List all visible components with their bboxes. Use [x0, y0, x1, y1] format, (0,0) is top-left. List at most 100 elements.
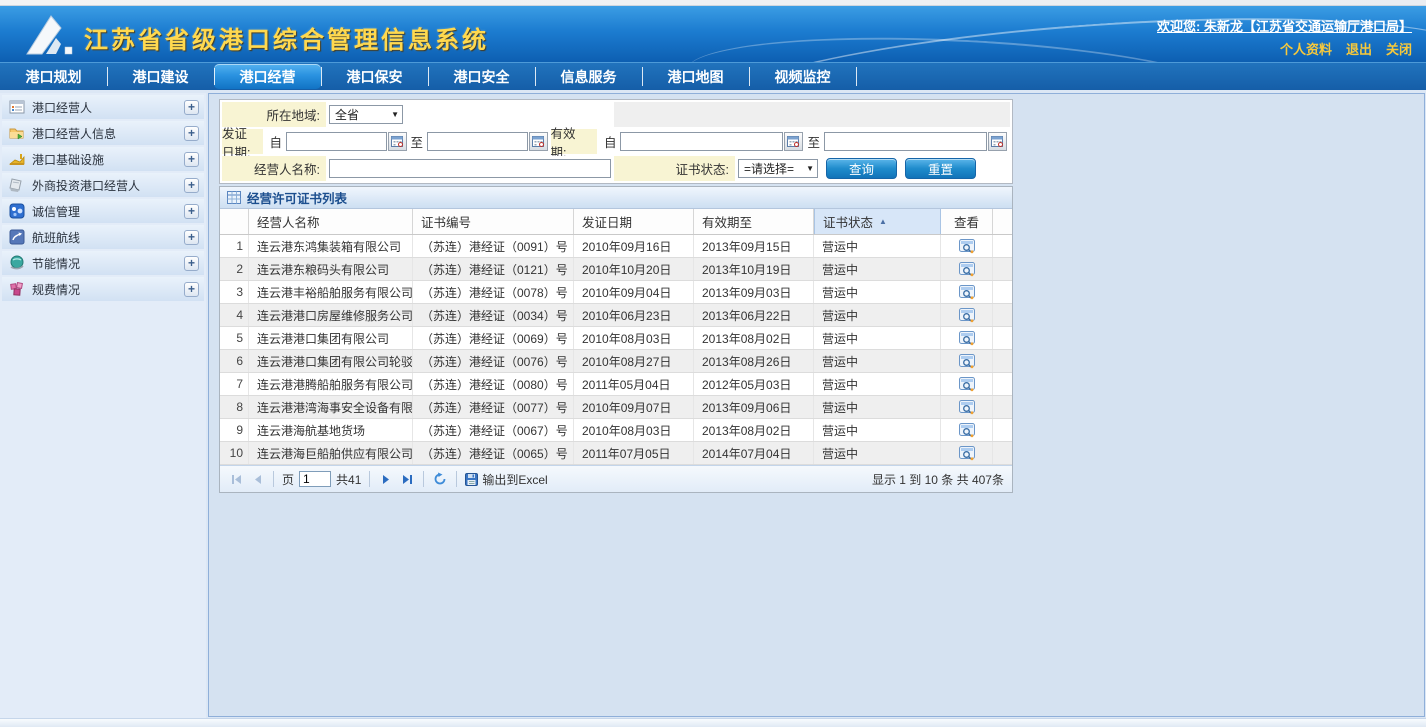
- close-link[interactable]: 关闭: [1386, 39, 1412, 58]
- column-header-operator-name[interactable]: 经营人名称: [249, 209, 413, 234]
- validity-label: 有效期:: [551, 129, 597, 154]
- expand-plus-button[interactable]: +: [184, 204, 199, 219]
- refresh-icon[interactable]: [432, 471, 448, 487]
- view-detail-button[interactable]: [941, 235, 993, 257]
- sidebar: 港口经营人 + 港口经营人信息 + 港口基础设施 + 外商投资港口经营人 +: [0, 93, 206, 718]
- view-detail-button[interactable]: [941, 327, 993, 349]
- cell-filler: [993, 281, 1012, 303]
- expand-plus-button[interactable]: +: [184, 282, 199, 297]
- calendar-icon[interactable]: [988, 132, 1007, 151]
- view-detail-button[interactable]: [941, 373, 993, 395]
- cell-operator-name: 连云港港湾海事安全设备有限...: [249, 396, 413, 418]
- sidebar-item-port-operator[interactable]: 港口经营人 +: [2, 95, 204, 119]
- column-header-index: [220, 209, 249, 234]
- cell-status: 营运中: [814, 350, 941, 372]
- expand-plus-button[interactable]: +: [184, 152, 199, 167]
- issue-date-label: 发证日期:: [222, 129, 263, 154]
- view-detail-button[interactable]: [941, 281, 993, 303]
- sidebar-item-label: 港口基础设施: [32, 151, 104, 168]
- app-header: 江苏省省级港口综合管理信息系统 欢迎您: 朱新龙【江苏省交通运输厅港口局】 个人…: [0, 6, 1426, 62]
- expand-plus-button[interactable]: +: [184, 100, 199, 115]
- tab-information-service[interactable]: 信息服务: [535, 63, 642, 90]
- cell-certificate-no: （苏连）港经证（0069）号: [413, 327, 574, 349]
- energy-icon: [9, 255, 25, 271]
- reset-button[interactable]: 重置: [905, 158, 976, 179]
- cell-operator-name: 连云港港口集团有限公司: [249, 327, 413, 349]
- first-page-button[interactable]: [228, 471, 244, 487]
- export-excel-button[interactable]: 输出到Excel: [465, 471, 547, 488]
- from-label: 自: [600, 132, 621, 151]
- certificate-status-label: 证书状态:: [614, 156, 735, 181]
- row-index: 3: [220, 281, 249, 303]
- calendar-icon[interactable]: [784, 132, 803, 151]
- sidebar-item-port-infrastructure[interactable]: 港口基础设施 +: [2, 147, 204, 171]
- facility-icon: [9, 151, 25, 167]
- issue-date-to-input[interactable]: [427, 132, 527, 151]
- cell-issue-date: 2010年09月16日: [574, 235, 694, 257]
- cell-filler: [993, 350, 1012, 372]
- certificate-status-value: =请选择=: [744, 160, 794, 177]
- last-page-button[interactable]: [399, 471, 415, 487]
- tab-port-operation[interactable]: 港口经营: [214, 64, 321, 89]
- tab-port-safety[interactable]: 港口安全: [428, 63, 535, 90]
- sidebar-item-flight-routes[interactable]: 航班航线 +: [2, 225, 204, 249]
- row-index: 4: [220, 304, 249, 326]
- sidebar-item-integrity-management[interactable]: 诚信管理 +: [2, 199, 204, 223]
- save-disk-icon: [465, 473, 478, 486]
- validity-from-input[interactable]: [620, 132, 783, 151]
- view-detail-button[interactable]: [941, 419, 993, 441]
- column-header-valid-until[interactable]: 有效期至: [694, 209, 814, 234]
- column-header-status[interactable]: 证书状态 ▲: [814, 209, 941, 234]
- cell-valid-until: 2013年10月19日: [694, 258, 814, 280]
- cell-certificate-no: （苏连）港经证（0067）号: [413, 419, 574, 441]
- view-magnifier-icon: [959, 423, 975, 438]
- validity-to-input[interactable]: [824, 132, 987, 151]
- view-detail-button[interactable]: [941, 442, 993, 464]
- tab-port-planning[interactable]: 港口规划: [0, 63, 107, 90]
- calendar-icon[interactable]: [388, 132, 407, 151]
- cell-operator-name: 连云港丰裕船舶服务有限公司: [249, 281, 413, 303]
- cell-filler: [993, 396, 1012, 418]
- main-nav: 港口规划 港口建设 港口经营 港口保安 港口安全 信息服务 港口地图 视频监控: [0, 62, 1426, 90]
- previous-page-button[interactable]: [249, 471, 265, 487]
- fees-icon: [9, 281, 25, 297]
- region-select[interactable]: 全省 ▼: [329, 105, 403, 124]
- calendar-icon[interactable]: [529, 132, 548, 151]
- sidebar-item-fees[interactable]: 规费情况 +: [2, 277, 204, 301]
- export-excel-label: 输出到Excel: [482, 471, 547, 488]
- column-header-issue-date[interactable]: 发证日期: [574, 209, 694, 234]
- row-index: 7: [220, 373, 249, 395]
- cell-valid-until: 2013年09月06日: [694, 396, 814, 418]
- footer-strip: [0, 718, 1426, 727]
- tab-port-security[interactable]: 港口保安: [321, 63, 428, 90]
- logout-link[interactable]: 退出: [1346, 39, 1372, 58]
- sidebar-item-port-operator-info[interactable]: 港口经营人信息 +: [2, 121, 204, 145]
- tab-video-monitoring[interactable]: 视频监控: [749, 63, 856, 90]
- certificate-status-select[interactable]: =请选择= ▼: [738, 159, 818, 178]
- expand-plus-button[interactable]: +: [184, 126, 199, 141]
- view-detail-button[interactable]: [941, 396, 993, 418]
- query-button[interactable]: 查询: [826, 158, 897, 179]
- operator-name-input[interactable]: [329, 159, 611, 178]
- expand-plus-button[interactable]: +: [184, 256, 199, 271]
- pagination-bar: 页 共41 输出到Excel 显示 1 到 10 条 共 407条: [220, 465, 1012, 492]
- cell-certificate-no: （苏连）港经证（0076）号: [413, 350, 574, 372]
- cell-filler: [993, 304, 1012, 326]
- sidebar-item-foreign-invested-operator[interactable]: 外商投资港口经营人 +: [2, 173, 204, 197]
- search-form: 所在地域: 全省 ▼ 发证日期: 自 至: [219, 99, 1013, 184]
- view-detail-button[interactable]: [941, 350, 993, 372]
- sidebar-item-energy-saving[interactable]: 节能情况 +: [2, 251, 204, 275]
- issue-date-from-input[interactable]: [286, 132, 386, 151]
- view-detail-button[interactable]: [941, 304, 993, 326]
- expand-plus-button[interactable]: +: [184, 230, 199, 245]
- next-page-button[interactable]: [378, 471, 394, 487]
- page-number-input[interactable]: [299, 471, 331, 487]
- expand-plus-button[interactable]: +: [184, 178, 199, 193]
- cell-operator-name: 连云港海巨船舶供应有限公司: [249, 442, 413, 464]
- tab-port-map[interactable]: 港口地图: [642, 63, 749, 90]
- column-header-certificate-no[interactable]: 证书编号: [413, 209, 574, 234]
- profile-link[interactable]: 个人资料: [1280, 39, 1332, 58]
- tab-port-construction[interactable]: 港口建设: [107, 63, 214, 90]
- grid-title-bar: 经营许可证书列表: [220, 187, 1012, 209]
- view-detail-button[interactable]: [941, 258, 993, 280]
